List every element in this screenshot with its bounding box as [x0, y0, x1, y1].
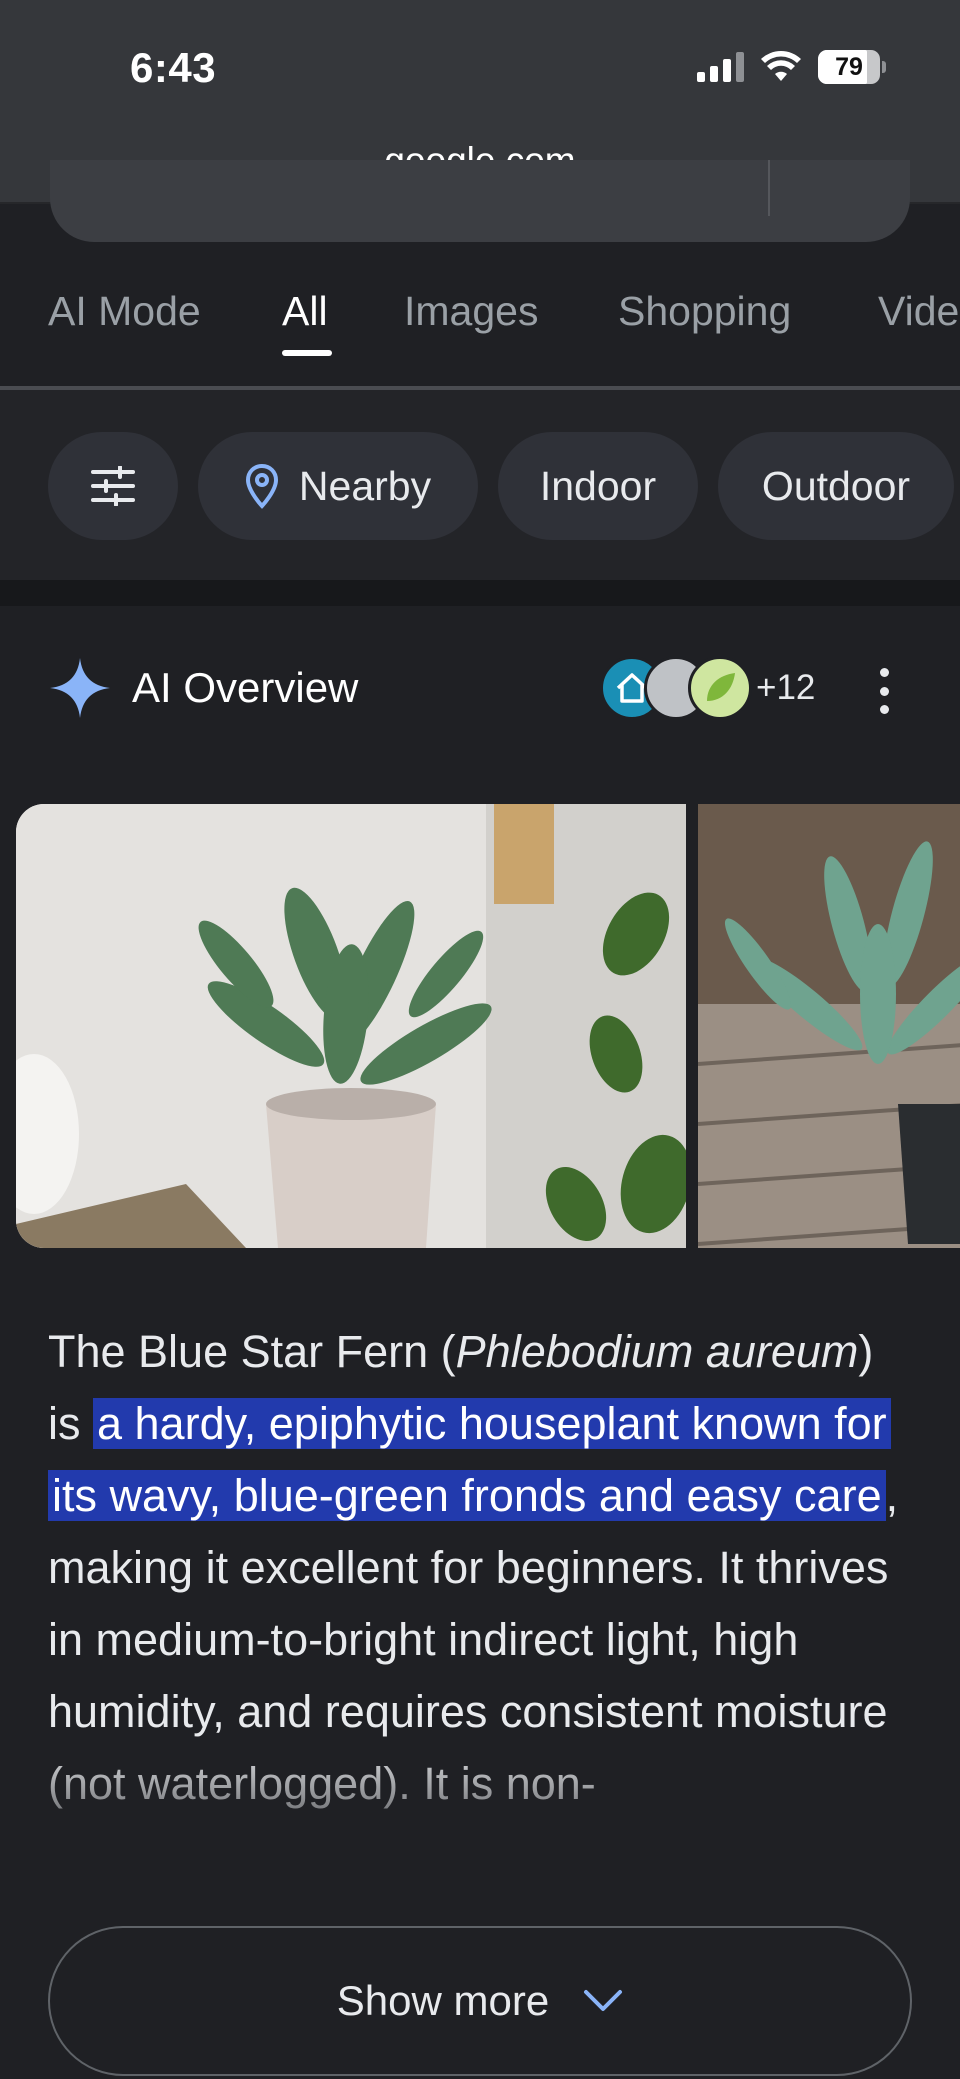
ai-overview-title: AI Overview [132, 664, 359, 711]
more-options-icon[interactable] [876, 668, 892, 714]
wifi-icon [761, 51, 801, 81]
tab-images[interactable]: Images [404, 288, 538, 335]
search-tabs: AI Mode All Images Shopping Vide [0, 268, 960, 388]
summary-lead: The Blue Star Fern ( [48, 1326, 456, 1377]
fern-image-1[interactable] [16, 804, 686, 1248]
scientific-name: Phlebodium aureum [455, 1326, 859, 1377]
tab-videos[interactable]: Vide [878, 288, 959, 335]
chip-label: Outdoor [761, 462, 911, 509]
fern-image-2[interactable] [698, 804, 960, 1248]
highlighted-snippet[interactable]: a hardy, epiphytic houseplant known for … [48, 1398, 891, 1521]
source-avatars[interactable] [600, 656, 760, 720]
filter-chip-outdoor[interactable]: Outdoor [718, 432, 954, 540]
text-fade-overlay [0, 1740, 960, 1940]
filter-chips: Nearby Indoor Outdoor [0, 390, 960, 580]
show-more-button[interactable]: Show more [48, 1926, 912, 2076]
cellular-signal-icon [697, 52, 744, 82]
battery-icon: 79 [818, 50, 886, 84]
chip-label: Indoor [539, 462, 657, 509]
filter-chip-nearby[interactable]: Nearby [198, 432, 478, 540]
chip-label: Nearby [298, 462, 432, 509]
active-tab-indicator [282, 350, 332, 356]
ai-overview-header: AI Overview +12 [0, 606, 960, 766]
image-carousel[interactable] [0, 804, 960, 1248]
location-pin-icon [245, 463, 278, 509]
source-avatar-leaf-icon [688, 656, 752, 720]
filter-chip-indoor[interactable]: Indoor [498, 432, 698, 540]
section-separator [0, 580, 960, 606]
tab-shopping[interactable]: Shopping [618, 288, 791, 335]
source-count[interactable]: +12 [756, 668, 815, 708]
tab-all[interactable]: All [282, 288, 328, 335]
sparkle-icon [50, 658, 110, 718]
show-more-label: Show more [336, 1977, 550, 2024]
filter-sliders-icon [91, 466, 135, 506]
tab-ai-mode[interactable]: AI Mode [48, 288, 201, 335]
chevron-down-icon [584, 1990, 623, 2011]
status-icons: 79 [697, 50, 886, 84]
status-time: 6:43 [130, 44, 217, 91]
battery-level: 79 [835, 52, 863, 81]
filter-chip-settings[interactable] [48, 432, 178, 540]
search-box[interactable] [50, 160, 910, 242]
